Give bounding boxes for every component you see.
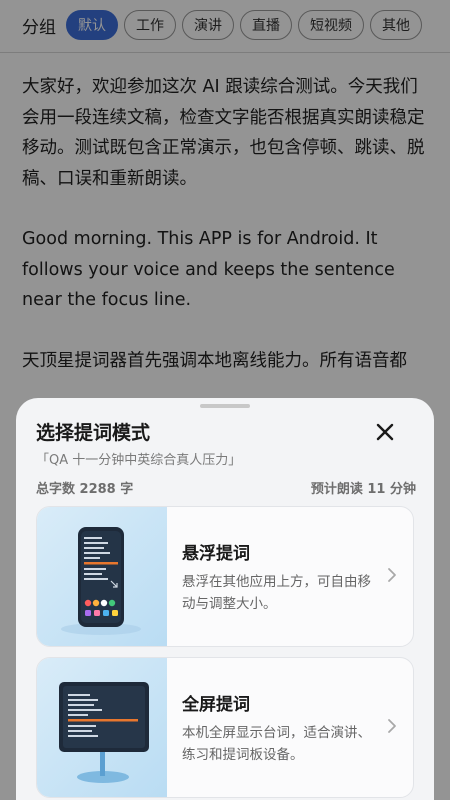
fullscreen-mode-description: 本机全屏显示台词，适合演讲、练习和提词板设备。 — [182, 725, 371, 763]
fullscreen-mode-title: 全屏提词 — [182, 695, 250, 715]
floating-phone-illustration — [37, 507, 167, 646]
chevron-right-icon — [388, 719, 396, 733]
floating-mode-title: 悬浮提词 — [182, 544, 250, 564]
mode-picker-sheet: 选择提词模式 「QA 十一分钟中英综合真人压力」 总字数 2288 字 预计朗读… — [16, 398, 434, 800]
close-button[interactable] — [368, 415, 402, 449]
fullscreen-monitor-illustration — [37, 658, 167, 797]
sheet-title: 选择提词模式 — [36, 422, 151, 444]
drag-handle[interactable] — [200, 404, 250, 408]
floating-mode-description: 悬浮在其他应用上方，可自由移动与调整大小。 — [182, 574, 371, 612]
script-stats: 总字数 2288 字 预计朗读 11 分钟 — [36, 478, 416, 497]
word-count: 总字数 2288 字 — [36, 482, 134, 497]
floating-mode-card[interactable]: 悬浮提词 悬浮在其他应用上方，可自由移动与调整大小。 — [36, 506, 414, 647]
close-icon — [376, 423, 394, 441]
fullscreen-mode-card[interactable]: 全屏提词 本机全屏显示台词，适合演讲、练习和提词板设备。 — [36, 657, 414, 798]
read-time: 预计朗读 11 分钟 — [310, 482, 416, 497]
chevron-right-icon — [388, 568, 396, 582]
script-name: 「QA 十一分钟中英综合真人压力」 — [36, 453, 242, 468]
